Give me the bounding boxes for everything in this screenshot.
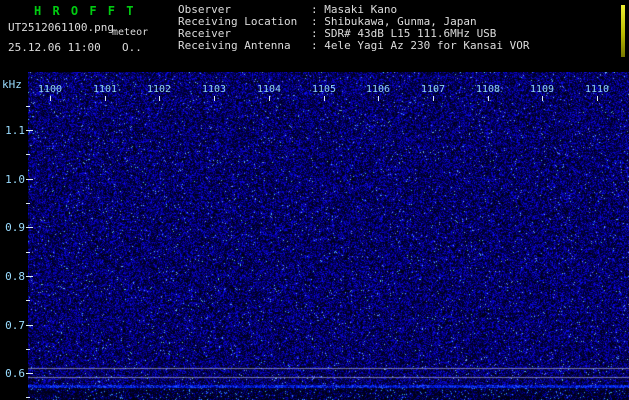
y-tick-label: 0.6 (5, 367, 25, 380)
output-filename: UT2512061100.png (8, 21, 114, 34)
info-label: Receiving Antenna (178, 39, 291, 52)
x-tick-label: 1102 (146, 84, 172, 95)
x-tick-label: 1110 (584, 84, 610, 95)
x-tick-label: 1103 (201, 84, 227, 95)
x-axis-tick (269, 96, 270, 101)
y-axis-unit: kHz (2, 78, 22, 91)
signal-level-bar (621, 5, 625, 57)
y-axis-minor-tick (26, 300, 30, 301)
hrofft-output: H R O F F T UT2512061100.png meteor 25.1… (0, 0, 629, 400)
y-axis-minor-tick (26, 252, 30, 253)
station-info: Observer: Masaki Kano Receiving Location… (178, 4, 530, 52)
x-axis-tick (214, 96, 215, 101)
spectrogram (28, 72, 629, 400)
y-axis-tick (26, 373, 33, 374)
y-axis-tick (26, 325, 33, 326)
x-axis-tick (378, 96, 379, 101)
y-axis-tick (26, 179, 33, 180)
y-tick-label: 0.8 (5, 270, 25, 283)
y-tick-label: 1.1 (5, 124, 25, 137)
x-axis-tick (488, 96, 489, 101)
timestamp: 25.12.06 11:00 (8, 41, 101, 54)
x-tick-label: 1106 (365, 84, 391, 95)
x-axis-tick (324, 96, 325, 101)
y-axis-minor-tick (26, 397, 30, 398)
x-tick-label: 1107 (420, 84, 446, 95)
x-tick-label: 1101 (92, 84, 118, 95)
y-axis-minor-tick (26, 154, 30, 155)
y-tick-label: 0.7 (5, 319, 25, 332)
y-axis-minor-tick (26, 203, 30, 204)
info-row: Receiving Antenna : 4ele Yagi Az 230 for … (178, 40, 530, 52)
x-tick-label: 1104 (256, 84, 282, 95)
x-axis-tick (105, 96, 106, 101)
x-axis-tick (433, 96, 434, 101)
x-tick-label: 1100 (37, 84, 63, 95)
y-tick-label: 1.0 (5, 173, 25, 186)
x-tick-label: 1105 (311, 84, 337, 95)
y-axis-tick (26, 130, 33, 131)
echo-counter: O.. (122, 41, 142, 54)
x-tick-label: 1109 (529, 84, 555, 95)
x-axis-tick (50, 96, 51, 101)
info-value: : 4ele Yagi Az 230 for Kansai VOR (311, 39, 530, 52)
x-axis-tick (542, 96, 543, 101)
app-title: H R O F F T (34, 4, 136, 18)
y-axis-tick (26, 227, 33, 228)
x-axis-tick (159, 96, 160, 101)
y-axis-tick (26, 276, 33, 277)
y-tick-label: 0.9 (5, 221, 25, 234)
mode-label: meteor (112, 27, 149, 38)
x-tick-label: 1108 (475, 84, 501, 95)
y-axis-minor-tick (26, 349, 30, 350)
x-axis-tick (597, 96, 598, 101)
y-axis-minor-tick (26, 106, 30, 107)
